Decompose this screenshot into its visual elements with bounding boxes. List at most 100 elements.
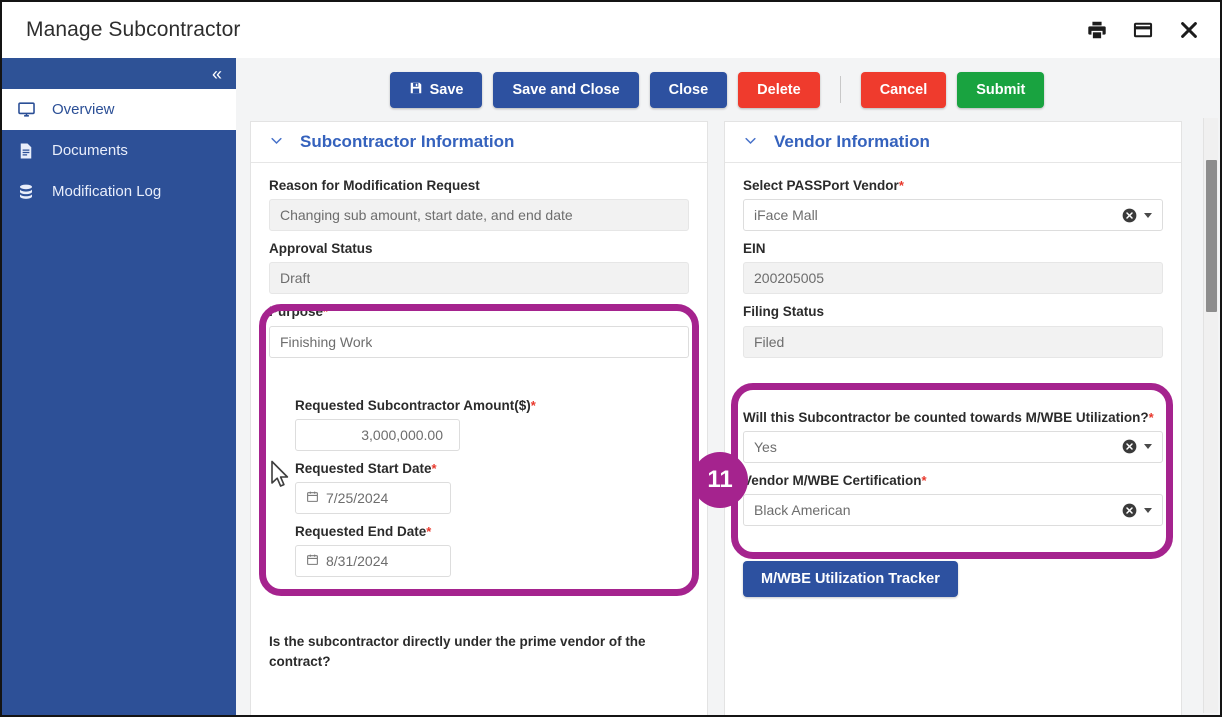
sidebar-item-overview[interactable]: Overview [2, 89, 236, 130]
vendor-panel-title: Vendor Information [774, 132, 930, 152]
vertical-scrollbar[interactable] [1203, 118, 1218, 713]
chevron-down-icon[interactable] [269, 133, 284, 152]
requested-end-date-field[interactable]: 8/31/2024 [295, 545, 451, 577]
sidebar-header: « [2, 58, 236, 89]
close-button-label: Close [669, 82, 709, 98]
filing-status-value: Filed [754, 334, 784, 350]
vendor-panel-body: Select PASSPort Vendor* iFace Mall [725, 163, 1181, 597]
spacer [743, 397, 1163, 409]
toolbar-divider [840, 76, 841, 103]
purpose-label: Purpose* [269, 303, 689, 321]
subcontractor-panel-header[interactable]: Subcontractor Information [251, 122, 707, 163]
select-vendor-dropdown[interactable]: iFace Mall [743, 199, 1163, 231]
approval-status-label: Approval Status [269, 240, 689, 258]
monitor-icon [16, 100, 36, 120]
mouse-cursor [270, 460, 291, 494]
save-and-close-button[interactable]: Save and Close [493, 72, 638, 108]
save-button-label: Save [430, 82, 464, 98]
vendor-certification-dropdown[interactable]: Black American [743, 494, 1163, 526]
required-asterisk: * [1149, 410, 1154, 425]
reason-label: Reason for Modification Request [269, 177, 689, 195]
vendor-panel-header[interactable]: Vendor Information [725, 122, 1181, 163]
floppy-disk-icon [409, 81, 423, 99]
approval-status-value: Draft [280, 270, 310, 286]
application-window: Manage Subcontractor [0, 0, 1222, 717]
save-button[interactable]: Save [390, 72, 483, 108]
requested-values-group: Requested Subcontractor Amount($)* 3,000… [269, 397, 689, 578]
requested-start-date-label: Requested Start Date* [295, 460, 689, 478]
page-title: Manage Subcontractor [26, 18, 240, 42]
prime-vendor-question: Is the subcontractor directly under the … [269, 632, 689, 671]
purpose-field[interactable]: Finishing Work [269, 326, 689, 358]
requested-amount-field[interactable]: 3,000,000.00 [295, 419, 460, 451]
sidebar-item-label: Modification Log [52, 183, 161, 200]
spacer [269, 367, 689, 397]
close-button[interactable]: Close [650, 72, 728, 108]
vendor-certification-value: Black American [754, 502, 850, 518]
panels-container: Subcontractor Information Reason for Mod… [236, 121, 1196, 715]
subcontractor-panel-title: Subcontractor Information [300, 132, 514, 152]
maximize-icon[interactable] [1130, 17, 1156, 43]
sidebar-item-label: Documents [52, 142, 128, 159]
vendor-certification-label: Vendor M/WBE Certification* [743, 472, 1163, 490]
mwbe-tracker-button-label: M/WBE Utilization Tracker [761, 571, 940, 587]
window-controls [1084, 17, 1202, 43]
ein-label: EIN [743, 240, 1163, 258]
spacer [269, 586, 689, 616]
requested-start-date-field[interactable]: 7/25/2024 [295, 482, 451, 514]
document-icon [16, 141, 36, 161]
dropdown-controls [1122, 439, 1152, 454]
delete-button-label: Delete [757, 82, 801, 98]
subcontractor-panel-body: Reason for Modification Request Changing… [251, 163, 707, 671]
reason-value: Changing sub amount, start date, and end… [280, 207, 573, 223]
mwbe-utilization-tracker-button[interactable]: M/WBE Utilization Tracker [743, 561, 958, 597]
dropdown-controls [1122, 503, 1152, 518]
purpose-value: Finishing Work [280, 334, 372, 350]
print-icon[interactable] [1084, 17, 1110, 43]
dropdown-controls [1122, 208, 1152, 223]
sidebar-item-modification-log[interactable]: Modification Log [2, 171, 236, 212]
clear-icon[interactable] [1122, 208, 1137, 223]
action-toolbar: Save Save and Close Close Delete Cancel … [236, 58, 1220, 121]
required-asterisk: * [899, 178, 904, 193]
approval-status-field: Draft [269, 262, 689, 294]
filing-status-field: Filed [743, 326, 1163, 358]
sidebar: « Overview Documents [2, 58, 236, 715]
required-asterisk: * [531, 398, 536, 413]
requested-end-date-label: Requested End Date* [295, 523, 689, 541]
ein-field: 200205005 [743, 262, 1163, 294]
chevron-down-icon[interactable] [1144, 213, 1152, 218]
cancel-button-label: Cancel [880, 82, 928, 98]
calendar-icon [306, 490, 319, 506]
mwbe-utilization-value: Yes [754, 439, 777, 455]
sidebar-item-label: Overview [52, 101, 115, 118]
chevron-down-icon[interactable] [1144, 508, 1152, 513]
sidebar-collapse-icon[interactable]: « [212, 65, 222, 83]
required-asterisk: * [432, 461, 437, 476]
requested-amount-label: Requested Subcontractor Amount($)* [295, 397, 689, 415]
calendar-icon [306, 553, 319, 569]
sidebar-item-documents[interactable]: Documents [2, 130, 236, 171]
submit-button[interactable]: Submit [957, 72, 1044, 108]
select-vendor-label: Select PASSPort Vendor* [743, 177, 1163, 195]
requested-amount-value: 3,000,000.00 [361, 427, 443, 443]
spacer [743, 367, 1163, 397]
required-asterisk: * [426, 524, 431, 539]
chevron-down-icon[interactable] [1144, 444, 1152, 449]
close-icon[interactable] [1176, 17, 1202, 43]
cancel-button[interactable]: Cancel [861, 72, 947, 108]
chevron-down-icon[interactable] [743, 133, 758, 152]
mwbe-utilization-dropdown[interactable]: Yes [743, 431, 1163, 463]
ein-value: 200205005 [754, 270, 824, 286]
reason-field: Changing sub amount, start date, and end… [269, 199, 689, 231]
clear-icon[interactable] [1122, 439, 1137, 454]
submit-button-label: Submit [976, 82, 1025, 98]
requested-start-date-value: 7/25/2024 [326, 490, 388, 506]
main-content: Save Save and Close Close Delete Cancel … [236, 58, 1220, 715]
scrollbar-thumb[interactable] [1206, 160, 1217, 312]
subcontractor-information-panel: Subcontractor Information Reason for Mod… [250, 121, 708, 715]
title-bar: Manage Subcontractor [2, 2, 1220, 58]
delete-button[interactable]: Delete [738, 72, 820, 108]
database-icon [16, 182, 36, 202]
clear-icon[interactable] [1122, 503, 1137, 518]
